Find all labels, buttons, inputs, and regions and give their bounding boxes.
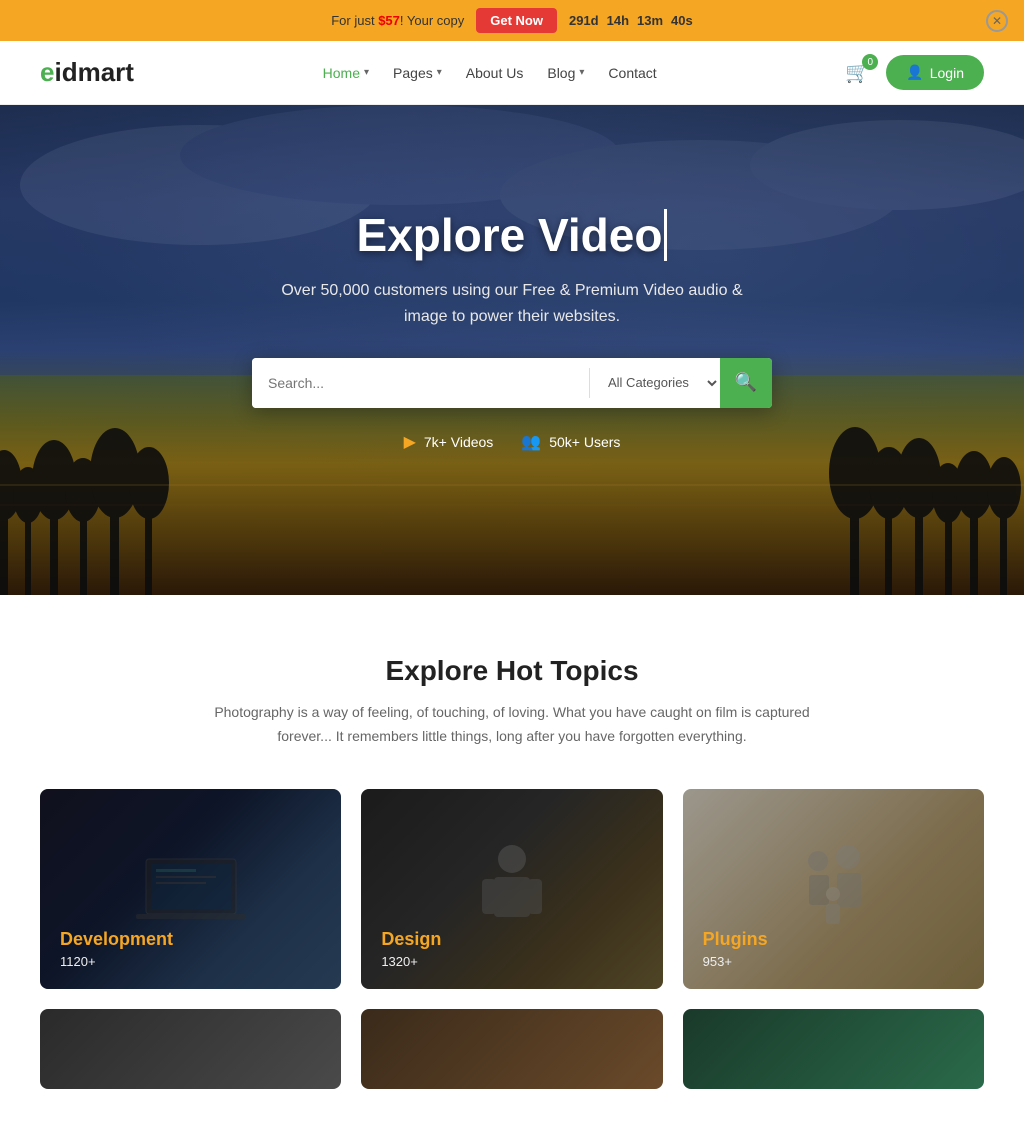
nav-blog[interactable]: Blog ▾ (547, 65, 584, 81)
users-icon: 👥 (521, 432, 541, 452)
hero-section: Explore Video Over 50,000 customers usin… (0, 105, 1024, 595)
banner-text2: ! Your copy (400, 13, 464, 28)
header: eidmart Home ▾ Pages ▾ About Us Blog ▾ C… (0, 41, 1024, 105)
topics-grid: Development 1120+ Design 1320+ (40, 789, 984, 989)
countdown-seconds: 40s (671, 13, 693, 28)
card-plugins-label: Plugins (703, 929, 768, 950)
nav-blog-arrow: ▾ (579, 67, 584, 78)
top-banner: For just $57! Your copy Get Now 291d 14h… (0, 0, 1024, 41)
topic-card-development[interactable]: Development 1120+ (40, 789, 341, 989)
logo-e: e (40, 57, 54, 88)
cursor (664, 209, 667, 261)
search-bar: All Categories 🔍 (252, 358, 772, 408)
strip-card-3[interactable] (683, 1009, 984, 1089)
hero-title: Explore Video (252, 208, 772, 262)
nav-home-arrow: ▾ (364, 67, 369, 78)
main-content: Explore Hot Topics Photography is a way … (0, 595, 1024, 1129)
card-dev-count: 1120+ (60, 954, 173, 969)
cart-badge: 0 (862, 54, 878, 70)
card-plugins-count: 953+ (703, 954, 768, 969)
banner-text: For just $57! Your copy (331, 13, 464, 28)
logo-text: idmart (54, 57, 133, 88)
login-label: Login (930, 65, 964, 81)
hero-subtitle: Over 50,000 customers using our Free & P… (272, 278, 752, 329)
nav-about[interactable]: About Us (466, 65, 524, 81)
logo[interactable]: eidmart (40, 57, 134, 88)
stat-videos: ▶ 7k+ Videos (404, 432, 494, 452)
stat-users-label: 50k+ Users (549, 434, 620, 450)
hero-stats: ▶ 7k+ Videos 👥 50k+ Users (252, 432, 772, 452)
section-subtitle: Photography is a way of feeling, of touc… (212, 701, 812, 749)
search-button[interactable]: 🔍 (720, 358, 772, 408)
topic-card-design[interactable]: Design 1320+ (361, 789, 662, 989)
countdown-hours: 14h (607, 13, 629, 28)
search-input[interactable] (252, 358, 589, 408)
user-icon: 👤 (906, 64, 923, 81)
banner-price: $57 (378, 13, 400, 28)
card-dev-info: Development 1120+ (60, 929, 173, 969)
strip-card-1[interactable] (40, 1009, 341, 1089)
card-design-label: Design (381, 929, 441, 950)
topic-card-plugins[interactable]: Plugins 953+ (683, 789, 984, 989)
hero-content: Explore Video Over 50,000 customers usin… (212, 208, 812, 451)
nav-home[interactable]: Home ▾ (323, 65, 369, 81)
login-button[interactable]: 👤 Login (886, 55, 984, 90)
nav-pages-arrow: ▾ (437, 67, 442, 78)
nav-pages[interactable]: Pages ▾ (393, 65, 442, 81)
main-nav: Home ▾ Pages ▾ About Us Blog ▾ Contact (323, 65, 657, 81)
get-now-button[interactable]: Get Now (476, 8, 557, 33)
card-design-count: 1320+ (381, 954, 441, 969)
section-title: Explore Hot Topics (40, 655, 984, 687)
card-plugins-info: Plugins 953+ (703, 929, 768, 969)
videos-icon: ▶ (404, 432, 416, 452)
cart-icon[interactable]: 🛒 0 (845, 60, 870, 85)
nav-contact[interactable]: Contact (608, 65, 656, 81)
card-design-info: Design 1320+ (381, 929, 441, 969)
countdown-minutes: 13m (637, 13, 663, 28)
banner-close-button[interactable]: ✕ (986, 10, 1008, 32)
countdown-days: 291d (569, 13, 599, 28)
header-right: 🛒 0 👤 Login (845, 55, 984, 90)
strip-card-2[interactable] (361, 1009, 662, 1089)
card-dev-label: Development (60, 929, 173, 950)
bottom-strip (40, 1009, 984, 1089)
stat-videos-label: 7k+ Videos (424, 434, 493, 450)
category-select[interactable]: All Categories (590, 358, 720, 408)
countdown: 291d 14h 13m 40s (569, 13, 693, 28)
stat-users: 👥 50k+ Users (521, 432, 620, 452)
